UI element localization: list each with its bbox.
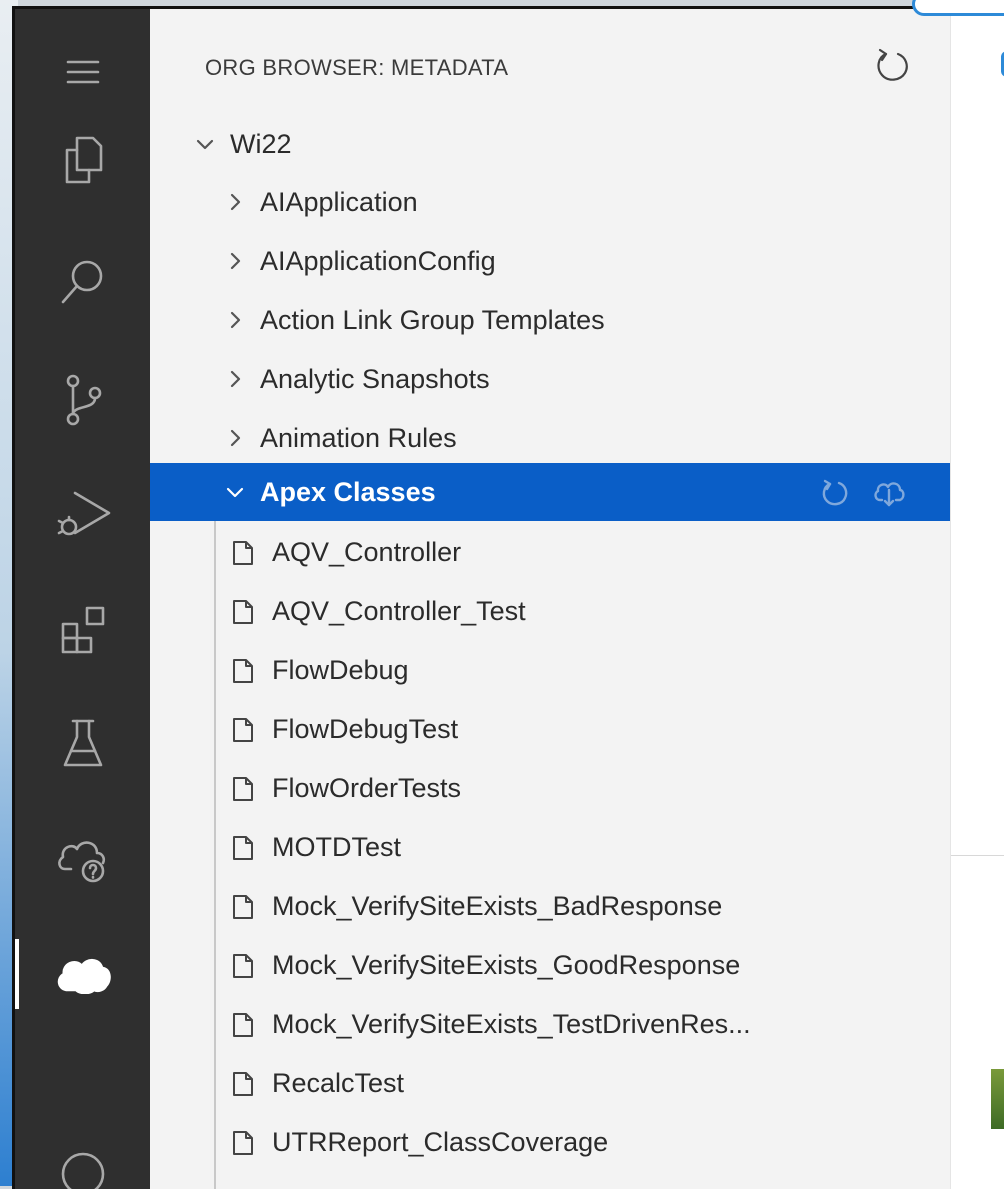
run-debug-icon[interactable] — [15, 469, 150, 559]
tree-item-apex-class[interactable]: AQV_Controller — [150, 523, 950, 581]
testing-flask-icon[interactable] — [15, 699, 150, 789]
file-icon — [232, 599, 254, 625]
tree-item-label: FlowDebugTest — [272, 714, 459, 744]
refresh-icon[interactable] — [870, 43, 914, 87]
tree-item-label: MOTDTest — [272, 832, 402, 862]
tree-item-label: Apex Classes — [260, 477, 436, 507]
chevron-right-icon — [220, 232, 250, 290]
tree-item-label: FlowOrderTests — [272, 773, 462, 803]
tree-item-label: AQV_Controller — [272, 537, 462, 567]
editor-area — [950, 9, 1004, 1189]
tree-item-label: UTRReport_ClassCoverage — [272, 1127, 609, 1157]
chevron-right-icon — [220, 350, 250, 408]
chevron-down-icon — [190, 115, 220, 173]
file-icon — [232, 953, 254, 979]
file-icon — [232, 1071, 254, 1097]
tree-item-label: Analytic Snapshots — [260, 364, 490, 394]
explorer-files-icon[interactable] — [15, 115, 150, 205]
file-icon — [232, 1130, 254, 1156]
file-icon — [232, 1012, 254, 1038]
tree-item-metadata-type[interactable]: Analytic Snapshots — [150, 350, 950, 408]
search-icon[interactable] — [15, 237, 150, 327]
activity-bar — [15, 9, 150, 1189]
chevron-right-icon — [220, 173, 250, 231]
menu-icon[interactable] — [15, 27, 150, 117]
tree-item-label: Wi22 — [230, 129, 292, 159]
tree-item-label: Mock_VerifySiteExists_TestDrivenRes... — [272, 1009, 751, 1039]
tree-item-apex-class[interactable]: Mock_VerifySiteExists_GoodResponse — [150, 936, 950, 994]
tree-item-label: Animation Rules — [260, 423, 457, 453]
tree-item-label: RecalcTest — [272, 1068, 405, 1098]
tree-item-apex-class[interactable]: UTRReport_GenerateReports — [150, 1172, 950, 1189]
editor-divider — [951, 855, 1004, 856]
tree-item-apex-classes[interactable]: Apex Classes — [150, 463, 950, 521]
panel-title: ORG BROWSER: METADATA — [205, 55, 509, 80]
tree-item-label: UTRReport_GenerateReports — [272, 1172, 631, 1189]
editor-image-fragment — [991, 1069, 1004, 1129]
tree-item-apex-class[interactable]: AQV_Controller_Test — [150, 582, 950, 640]
file-icon — [232, 835, 254, 861]
tree-item-apex-class[interactable]: Mock_VerifySiteExists_TestDrivenRes... — [150, 995, 950, 1053]
tree-item-apex-class[interactable]: UTRReport_ClassCoverage — [150, 1113, 950, 1171]
salesforce-cloud-icon[interactable] — [15, 929, 150, 1019]
tree-item-apex-class[interactable]: Mock_VerifySiteExists_BadResponse — [150, 877, 950, 935]
tree-item-apex-class[interactable]: RecalcTest — [150, 1054, 950, 1112]
panel-header: ORG BROWSER: METADATA — [150, 9, 950, 109]
file-icon — [232, 894, 254, 920]
extensions-icon[interactable] — [15, 585, 150, 675]
tree-item-label: FlowDebug — [272, 655, 409, 685]
chevron-right-icon — [220, 409, 250, 467]
tree-item-label: AIApplication — [260, 187, 418, 217]
tree-item-label: Mock_VerifySiteExists_GoodResponse — [272, 950, 741, 980]
tree-item-apex-class[interactable]: FlowDebugTest — [150, 700, 950, 758]
tree-item-label: Action Link Group Templates — [260, 305, 605, 335]
org-browser-panel: ORG BROWSER: METADATA Wi22 AIApplication… — [150, 9, 950, 1189]
file-icon — [232, 717, 254, 743]
file-icon — [232, 658, 254, 684]
tree-item-label: AIApplicationConfig — [260, 246, 496, 276]
chevron-down-icon — [220, 463, 250, 521]
tree-item-metadata-type[interactable]: AIApplicationConfig — [150, 232, 950, 290]
account-icon[interactable] — [15, 1129, 150, 1189]
refresh-components-icon[interactable] — [818, 476, 852, 510]
tree-item-apex-class[interactable]: FlowDebug — [150, 641, 950, 699]
tree-item-metadata-type[interactable]: AIApplication — [150, 173, 950, 231]
cloud-help-icon[interactable] — [15, 813, 150, 903]
tree-item-apex-class[interactable]: FlowOrderTests — [150, 759, 950, 817]
tree-item-apex-class[interactable]: MOTDTest — [150, 818, 950, 876]
overlay-bubble-fragment — [912, 0, 1004, 16]
tree-item-label: AQV_Controller_Test — [272, 596, 526, 626]
chevron-right-icon — [220, 291, 250, 349]
tree-item-label: Mock_VerifySiteExists_BadResponse — [272, 891, 723, 921]
file-icon — [232, 776, 254, 802]
vscode-window: ORG BROWSER: METADATA Wi22 AIApplication… — [12, 6, 1004, 1189]
tree-item-metadata-type[interactable]: Action Link Group Templates — [150, 291, 950, 349]
tree-item-metadata-type[interactable]: Animation Rules — [150, 409, 950, 467]
retrieve-source-cloud-download-icon[interactable] — [872, 476, 906, 510]
tree-item-org[interactable]: Wi22 — [150, 115, 950, 173]
file-icon — [232, 540, 254, 566]
source-control-icon[interactable] — [15, 355, 150, 445]
